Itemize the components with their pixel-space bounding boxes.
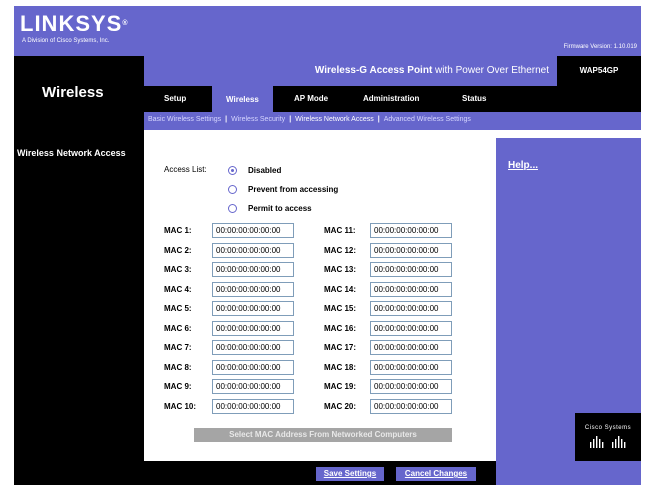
cisco-logo-text: Cisco Systems <box>584 425 632 431</box>
select-mac-button[interactable]: Select MAC Address From Networked Comput… <box>194 428 452 442</box>
mac-input[interactable]: 00:00:00:00:00:00 <box>370 223 452 238</box>
radio-disabled[interactable] <box>228 166 237 175</box>
linksys-logo: LINKSYS® <box>20 11 129 36</box>
subtab-wireless-security[interactable]: Wireless Security <box>231 116 285 123</box>
mac-label: MAC 18: <box>324 362 357 372</box>
tab-setup[interactable]: Setup <box>164 94 186 103</box>
radio-permit[interactable] <box>228 204 237 213</box>
mac-input[interactable]: 00:00:00:00:00:00 <box>212 301 294 316</box>
mac-input[interactable]: 00:00:00:00:00:00 <box>212 262 294 277</box>
separator: | <box>289 116 292 123</box>
mac-input[interactable]: 00:00:00:00:00:00 <box>212 398 294 414</box>
header-banner: LINKSYS® A Division of Cisco Systems, In… <box>14 6 641 56</box>
radio-prevent-label: Prevent from accessing <box>248 185 339 194</box>
mac-label: MAC 11: <box>324 226 356 235</box>
mac-label: MAC 1: <box>164 226 192 235</box>
mac-input[interactable]: 00:00:00:00:00:00 <box>212 359 294 375</box>
mac-label: MAC 17: <box>324 343 357 352</box>
mac-label: MAC 4: <box>164 284 192 294</box>
mac-input[interactable]: 00:00:00:00:00:00 <box>370 359 452 375</box>
product-name: Wireless-G Access Point with Power Over … <box>314 65 549 76</box>
radio-disabled-label: Disabled <box>248 166 282 175</box>
help-column: Help... Cisco Systems <box>496 138 641 461</box>
mac-label: MAC 13: <box>324 265 357 274</box>
model-number: WAP54GP <box>557 56 641 86</box>
main-tabs: Setup Wireless AP Mode Administration St… <box>144 86 641 112</box>
section-title: Wireless Network Access <box>17 148 126 158</box>
bottom-help-area <box>496 461 641 485</box>
access-list-label: Access List: <box>164 165 207 174</box>
cisco-bridge-icon <box>590 436 626 448</box>
radio-prevent[interactable] <box>228 185 237 194</box>
firmware-version: Firmware Version: 1.10.019 <box>563 44 637 50</box>
mac-input[interactable]: 00:00:00:00:00:00 <box>370 398 452 414</box>
radio-permit-label: Permit to access <box>248 204 312 213</box>
mac-input[interactable]: 00:00:00:00:00:00 <box>212 379 294 394</box>
mac-label: MAC 10: <box>164 401 197 411</box>
mac-label: MAC 12: <box>324 245 357 255</box>
subtab-basic-wireless-settings[interactable]: Basic Wireless Settings <box>148 116 221 123</box>
main-content: Access List: Disabled Prevent from acces… <box>144 138 496 461</box>
mac-input[interactable]: 00:00:00:00:00:00 <box>212 320 294 336</box>
mac-label: MAC 9: <box>164 382 192 391</box>
mac-label: MAC 14: <box>324 284 357 294</box>
subtab-wireless-network-access[interactable]: Wireless Network Access <box>295 116 374 123</box>
mac-input[interactable]: 00:00:00:00:00:00 <box>212 281 294 297</box>
tab-ap-mode[interactable]: AP Mode <box>294 94 328 103</box>
cancel-changes-button[interactable]: Cancel Changes <box>396 467 476 481</box>
mac-input[interactable]: 00:00:00:00:00:00 <box>370 320 452 336</box>
mac-input[interactable]: 00:00:00:00:00:00 <box>370 379 452 394</box>
left-column: Wireless Wireless Network Access <box>14 56 144 485</box>
mac-label: MAC 16: <box>324 323 357 333</box>
logo-subtitle: A Division of Cisco Systems, Inc. <box>22 38 110 44</box>
subtab-advanced-wireless-settings[interactable]: Advanced Wireless Settings <box>384 116 471 123</box>
mac-input[interactable]: 00:00:00:00:00:00 <box>212 223 294 238</box>
mac-label: MAC 19: <box>324 382 357 391</box>
mac-label: MAC 6: <box>164 323 192 333</box>
save-settings-button[interactable]: Save Settings <box>316 467 384 481</box>
bottom-bar: Save Settings Cancel Changes <box>144 461 641 485</box>
mac-input[interactable]: 00:00:00:00:00:00 <box>370 301 452 316</box>
mac-label: MAC 2: <box>164 245 192 255</box>
mac-input[interactable]: 00:00:00:00:00:00 <box>370 281 452 297</box>
separator: | <box>225 116 228 123</box>
mac-input[interactable]: 00:00:00:00:00:00 <box>212 242 294 258</box>
separator: | <box>377 116 380 123</box>
product-bar: Wireless-G Access Point with Power Over … <box>144 56 641 86</box>
help-link[interactable]: Help... <box>508 160 538 171</box>
mac-label: MAC 5: <box>164 304 192 313</box>
page-title: Wireless <box>42 84 104 101</box>
mac-label: MAC 7: <box>164 343 192 352</box>
mac-label: MAC 8: <box>164 362 192 372</box>
mac-input[interactable]: 00:00:00:00:00:00 <box>370 242 452 258</box>
tab-administration[interactable]: Administration <box>363 94 419 103</box>
sub-tabs: Basic Wireless Settings | Wireless Securit… <box>144 112 641 130</box>
mac-label: MAC 20: <box>324 401 357 411</box>
mac-input[interactable]: 00:00:00:00:00:00 <box>370 262 452 277</box>
mac-input[interactable]: 00:00:00:00:00:00 <box>370 340 452 355</box>
mac-label: MAC 15: <box>324 304 357 313</box>
tab-status[interactable]: Status <box>462 94 486 103</box>
cisco-logo: Cisco Systems <box>575 413 641 461</box>
mac-input[interactable]: 00:00:00:00:00:00 <box>212 340 294 355</box>
mac-label: MAC 3: <box>164 265 192 274</box>
tab-wireless[interactable]: Wireless <box>212 86 273 112</box>
